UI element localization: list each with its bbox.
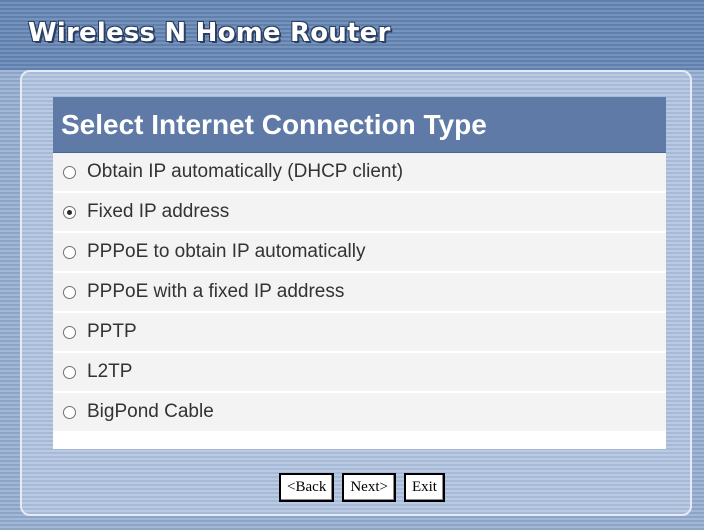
radio-button[interactable]: [63, 245, 76, 259]
radio-button[interactable]: [63, 165, 76, 179]
radio-button[interactable]: [63, 325, 76, 339]
radio-button[interactable]: [63, 405, 76, 419]
option-fixed-ip[interactable]: Fixed IP address: [53, 193, 666, 233]
option-label: PPTP: [87, 321, 137, 342]
option-label: Fixed IP address: [87, 201, 230, 222]
exit-button[interactable]: Exit: [403, 473, 445, 502]
radio-dot-icon: [67, 209, 72, 215]
option-pppoe-fixed[interactable]: PPPoE with a fixed IP address: [53, 273, 666, 313]
radio-button[interactable]: [63, 285, 76, 299]
option-label: Obtain IP automatically (DHCP client): [87, 161, 404, 182]
next-button[interactable]: Next>: [342, 473, 396, 502]
option-dhcp[interactable]: Obtain IP automatically (DHCP client): [53, 153, 666, 193]
option-bigpond[interactable]: BigPond Cable: [53, 393, 666, 433]
option-label: PPPoE with a fixed IP address: [87, 281, 345, 302]
option-l2tp[interactable]: L2TP: [53, 353, 666, 393]
button-row: <Back Next> Exit: [0, 473, 704, 503]
option-label: BigPond Cable: [87, 401, 214, 422]
app-title: Wireless N Home Router: [28, 18, 391, 48]
card-header: Select Internet Connection Type: [53, 97, 666, 153]
radio-button[interactable]: [63, 205, 76, 219]
option-label: L2TP: [87, 361, 133, 382]
option-pppoe-auto[interactable]: PPPoE to obtain IP automatically: [53, 233, 666, 273]
radio-button[interactable]: [63, 365, 76, 379]
back-button[interactable]: <Back: [279, 473, 335, 502]
option-label: PPPoE to obtain IP automatically: [87, 241, 366, 262]
option-pptp[interactable]: PPTP: [53, 313, 666, 353]
section-title: Select Internet Connection Type: [61, 108, 487, 140]
connection-type-card: Select Internet Connection Type Obtain I…: [53, 97, 666, 449]
